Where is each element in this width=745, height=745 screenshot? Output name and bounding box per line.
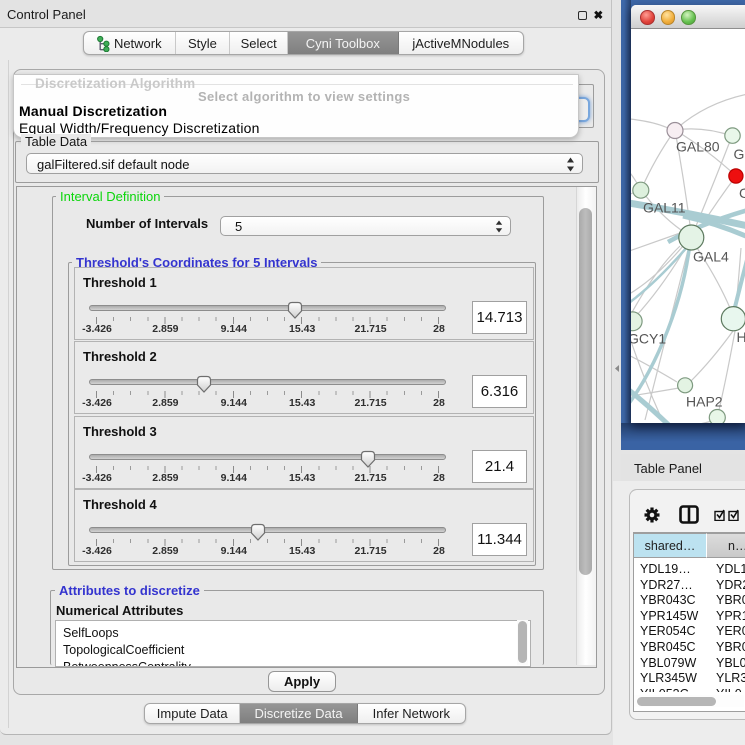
svg-text:GAL80: GAL80 bbox=[676, 139, 720, 155]
svg-text:HAP2: HAP2 bbox=[686, 394, 723, 410]
svg-text:GAL4: GAL4 bbox=[693, 249, 729, 265]
svg-text:H: H bbox=[737, 329, 745, 345]
svg-text:GCY1: GCY1 bbox=[631, 331, 666, 347]
svg-text:G.: G. bbox=[734, 146, 745, 162]
svg-text:GAL11: GAL11 bbox=[643, 200, 686, 216]
svg-text:C: C bbox=[739, 185, 745, 201]
